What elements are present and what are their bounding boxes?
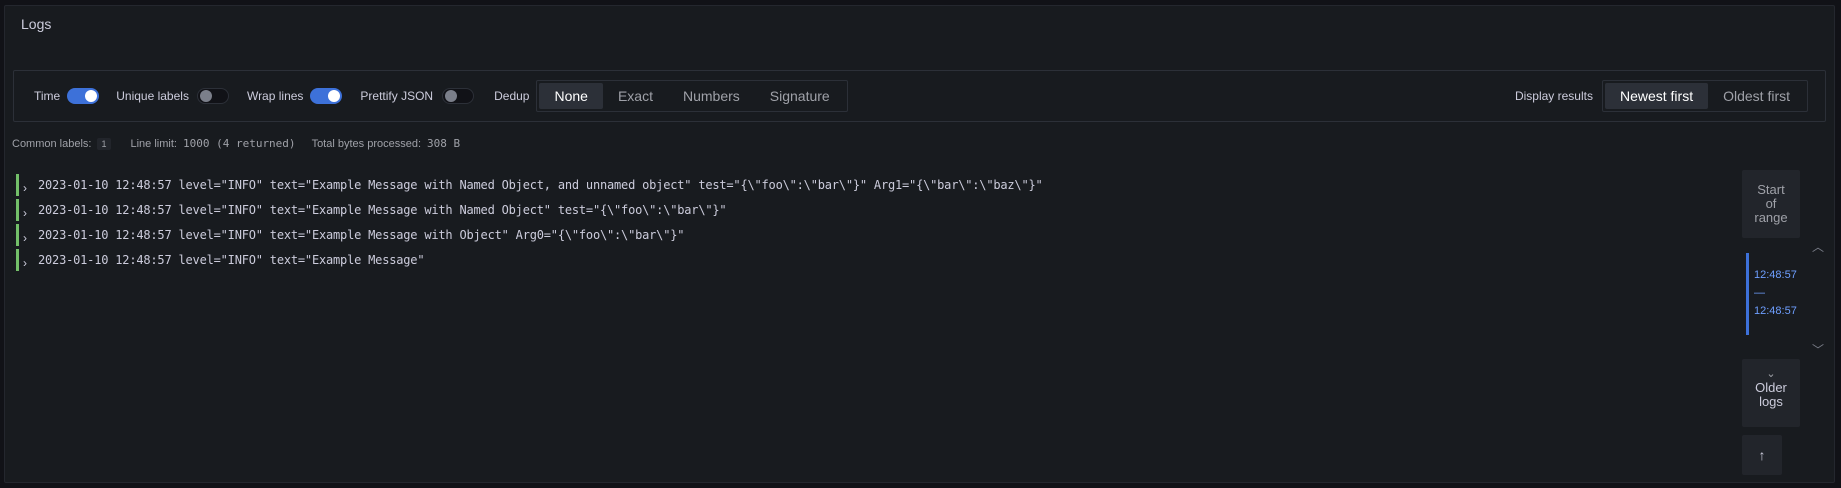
dedup-option-numbers[interactable]: Numbers: [668, 83, 755, 109]
log-level-indicator: [16, 248, 19, 271]
older-logs-label-1: Older: [1755, 380, 1787, 395]
arrow-up-icon: ↑: [1758, 447, 1766, 463]
unique-labels-toggle[interactable]: [196, 88, 229, 104]
log-line: 2023-01-10 12:48:57 level="INFO" text="E…: [38, 227, 685, 242]
older-logs-label-2: logs: [1759, 394, 1783, 409]
wrap-lines-toggle-label: Wrap lines: [246, 89, 304, 103]
log-level-indicator: [16, 198, 19, 221]
toggle-knob: [199, 90, 212, 102]
log-level-indicator: [16, 223, 19, 246]
unique-labels-toggle-label: Unique labels: [116, 89, 189, 103]
log-row[interactable]: › 2023-01-10 12:48:57 level="INFO" text=…: [16, 222, 1043, 247]
chevron-down-icon: ﹀: [1812, 343, 1825, 357]
order-option-newest-first[interactable]: Newest first: [1604, 83, 1709, 109]
line-limit-label: Line limit:: [130, 137, 177, 150]
display-order-radio-group: Newest first Oldest first: [1601, 80, 1808, 112]
prettify-json-toggle[interactable]: [442, 88, 475, 104]
panel-title: Logs: [21, 16, 52, 32]
time-range-indicator[interactable]: 12:48:57 — 12:48:57: [1746, 253, 1804, 335]
log-row[interactable]: › 2023-01-10 12:48:57 level="INFO" text=…: [16, 172, 1043, 197]
log-level-indicator: [16, 173, 19, 196]
order-option-oldest-first[interactable]: Oldest first: [1708, 83, 1805, 109]
chevron-right-icon[interactable]: ›: [23, 257, 35, 269]
start-of-range-button[interactable]: Start of range: [1742, 170, 1800, 238]
wrap-lines-toggle[interactable]: [310, 88, 343, 104]
dedup-radio-group: None Exact Numbers Signature: [536, 80, 848, 112]
log-row[interactable]: › 2023-01-10 12:48:57 level="INFO" text=…: [16, 197, 1043, 222]
log-line: 2023-01-10 12:48:57 level="INFO" text="E…: [38, 252, 425, 267]
dedup-option-signature[interactable]: Signature: [755, 83, 845, 109]
older-logs-button[interactable]: ⌄ Older logs: [1742, 359, 1800, 427]
chevron-right-icon[interactable]: ›: [23, 207, 35, 219]
line-limit-value: 1000 (4 returned): [182, 137, 296, 150]
total-bytes-label: Total bytes processed:: [311, 137, 422, 150]
chevron-right-icon[interactable]: ›: [23, 232, 35, 244]
start-of-range-label-2: of: [1765, 196, 1777, 211]
toggle-knob: [445, 90, 458, 102]
prettify-json-toggle-label: Prettify JSON: [360, 89, 434, 103]
dedup-option-exact[interactable]: Exact: [603, 83, 668, 109]
time-toggle-label: Time: [34, 89, 61, 103]
range-separator: —: [1754, 287, 1765, 299]
common-labels-label: Common labels:: [12, 137, 92, 150]
logs-meta-stats: Common labels: 1 Line limit: 1000 (4 ret…: [12, 137, 460, 150]
log-line: 2023-01-10 12:48:57 level="INFO" text="E…: [38, 177, 1043, 192]
log-row[interactable]: › 2023-01-10 12:48:57 level="INFO" text=…: [16, 247, 1043, 272]
toggle-knob: [85, 90, 98, 102]
common-labels-count-badge[interactable]: 1: [97, 137, 111, 150]
toggle-knob: [328, 90, 341, 102]
log-line: 2023-01-10 12:48:57 level="INFO" text="E…: [38, 202, 727, 217]
total-bytes-value: 308 B: [427, 137, 461, 150]
start-of-range-label-1: Start: [1757, 182, 1785, 197]
display-results-label: Display results: [1514, 89, 1593, 103]
scroll-to-top-button[interactable]: ↑: [1742, 435, 1782, 475]
chevron-down-icon: ⌄: [1766, 368, 1776, 380]
range-to: 12:48:57: [1754, 305, 1797, 317]
start-of-range-label-3: range: [1754, 210, 1788, 225]
range-from: 12:48:57: [1754, 269, 1797, 281]
dedup-label: Dedup: [494, 89, 530, 103]
time-toggle[interactable]: [67, 88, 100, 104]
logs-options-bar: Time Unique labels Wrap lines Prettify J…: [13, 70, 1826, 122]
chevron-up-icon: ︿: [1812, 240, 1825, 254]
log-rows: › 2023-01-10 12:48:57 level="INFO" text=…: [16, 172, 1043, 272]
chevron-right-icon[interactable]: ›: [23, 182, 35, 194]
dedup-option-none[interactable]: None: [539, 83, 603, 109]
